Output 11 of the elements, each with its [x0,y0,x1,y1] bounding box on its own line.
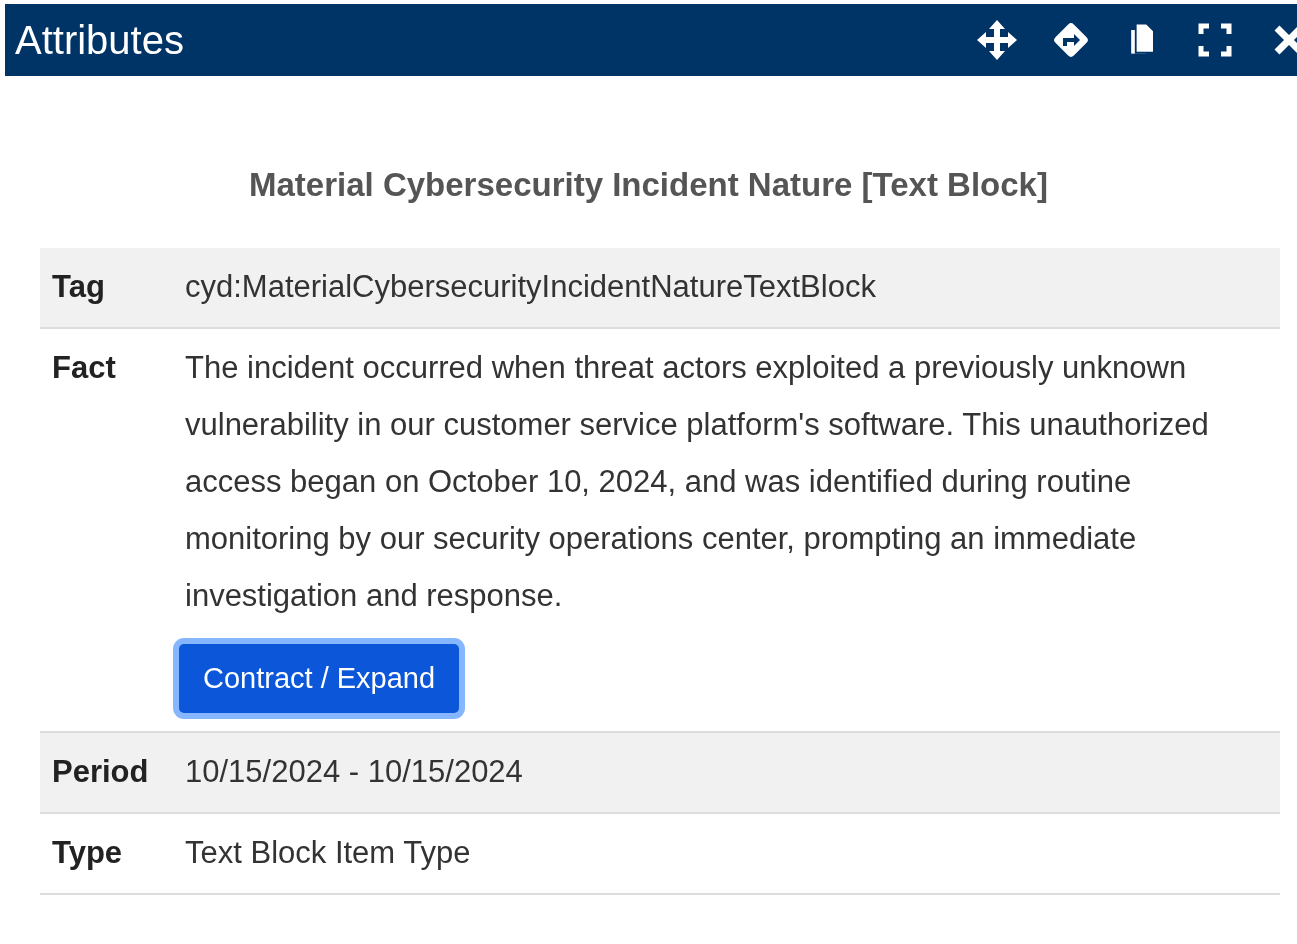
attribute-value: cyd:MaterialCybersecurityIncidentNatureTextBlock [185,268,877,306]
attribute-value: The incident occurred when threat actors exploited a previously unknown vulnerability in our customer service platform's software. This unauthorized access began on October 10, 2024, and was identified during routine monitoring by our security operations center, prompting an immediate investigation and response. [185,349,1210,615]
attribute-label: Period [51,753,150,791]
attribute-label: Fact [51,349,117,387]
window-title: Attributes [14,17,184,63]
attribute-label: Type [51,834,124,872]
attribute-value: Text Block Item Type [185,834,472,872]
move-icon[interactable] [975,18,1019,62]
attribute-label: Tag [51,268,106,306]
attribute-value: 10/15/2024 - 10/15/2024 [185,753,524,791]
attribute-heading: Material Cybersecurity Incident Nature [Text Block] [248,166,1049,204]
